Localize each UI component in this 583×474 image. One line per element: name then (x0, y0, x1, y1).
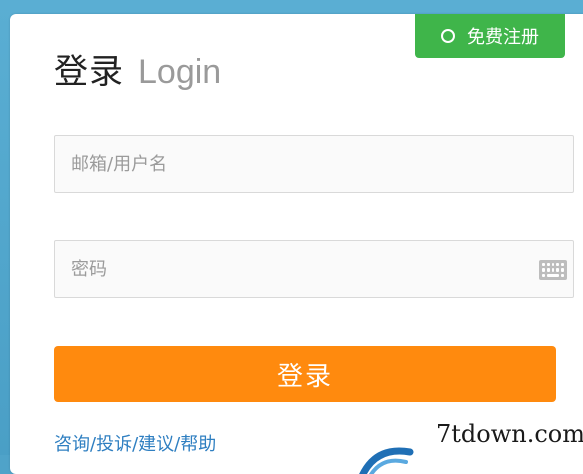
password-field (54, 240, 574, 298)
login-button-label: 登录 (276, 361, 333, 392)
panel-title: 登录 Login (54, 44, 221, 93)
title-chinese: 登录 (54, 52, 124, 92)
email-field (54, 135, 574, 193)
login-panel: 免费注册 登录 Login 登录 咨询/投诉/建议/帮助 (10, 14, 583, 474)
register-button[interactable]: 免费注册 (415, 14, 565, 58)
register-button-label: 免费注册 (467, 27, 539, 48)
title-english: Login (138, 53, 222, 91)
ring-icon (441, 29, 455, 43)
logo-arc-icon (359, 447, 414, 474)
password-input[interactable] (55, 240, 573, 298)
keyboard-icon[interactable] (539, 260, 567, 280)
login-button[interactable]: 登录 (54, 346, 556, 402)
watermark-text: 7tdown.com (436, 420, 583, 448)
help-link[interactable]: 咨询/投诉/建议/帮助 (54, 430, 216, 456)
email-input[interactable] (55, 135, 573, 193)
